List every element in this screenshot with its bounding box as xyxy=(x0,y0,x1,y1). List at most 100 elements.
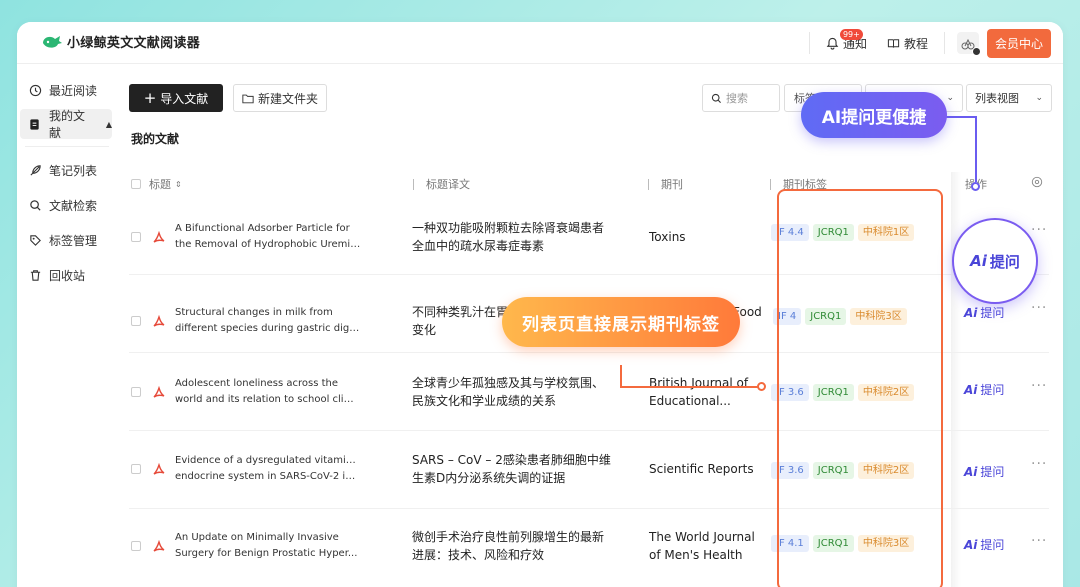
tutorial-label: 教程 xyxy=(903,36,928,51)
view-select-label: 列表视图 xyxy=(975,92,1019,105)
avatar-status-dot xyxy=(971,47,981,56)
whale-logo-icon xyxy=(43,35,62,48)
more-icon[interactable]: ··· xyxy=(1031,456,1047,472)
ai-icon: Ai xyxy=(970,252,987,270)
ai-ask-label: 提问 xyxy=(989,252,1020,271)
col-header-journal-label: 期刊 xyxy=(661,178,683,191)
plus-icon: + xyxy=(143,88,157,107)
actions-column-shadow xyxy=(951,172,961,587)
more-icon[interactable]: ··· xyxy=(1031,300,1047,316)
tutorial-button[interactable]: 教程 xyxy=(877,35,938,52)
import-button[interactable]: + 导入文献 xyxy=(129,84,223,112)
row-journal: British Journal of Educational... xyxy=(649,376,749,408)
row-title-line: Evidence of a dysregulated vitamin D xyxy=(175,455,361,466)
ai-ask-button[interactable]: Ai 提问 xyxy=(964,304,1004,321)
col-header-title-label: 标题 xyxy=(149,178,171,191)
header-divider xyxy=(808,32,810,54)
sort-icon[interactable]: ⇕ xyxy=(175,180,182,189)
row-title-line: Adolescent loneliness across the xyxy=(175,378,339,389)
row-title-line: Structural changes in milk from xyxy=(175,307,333,318)
ai-icon: Ai xyxy=(964,537,978,552)
ai-ask-label: 提问 xyxy=(980,538,1005,552)
sidebar-item-trash[interactable]: 回收站 xyxy=(20,260,112,290)
section-title: 我的文献 xyxy=(131,132,180,146)
row-journal: Scientific Reports xyxy=(649,462,754,476)
ai-icon: Ai xyxy=(964,464,978,479)
ai-ask-button[interactable]: Ai 提问 xyxy=(964,381,1004,398)
app-name: 小绿鲸英文文献阅读器 xyxy=(67,36,201,51)
ai-ask-button-highlight[interactable]: Ai 提问 xyxy=(952,218,1038,304)
sidebar-item-tags[interactable]: 标签管理 xyxy=(20,225,112,255)
row-checkbox[interactable] xyxy=(131,464,141,474)
more-icon[interactable]: ··· xyxy=(1031,533,1047,549)
row-title[interactable]: Structural changes in milk from differen… xyxy=(175,305,361,337)
sidebar-item-label: 标签管理 xyxy=(49,233,98,248)
ai-callout-connector xyxy=(946,116,976,118)
new-folder-button[interactable]: 新建文件夹 xyxy=(233,84,327,112)
sidebar-item-recent[interactable]: 最近阅读 xyxy=(20,75,112,105)
col-header-title[interactable]: 标题 ⇕ xyxy=(149,176,182,192)
top-bar: 小绿鲸英文文献阅读器 通知 99+ 教程 会员中心 xyxy=(17,22,1063,64)
pdf-icon xyxy=(153,231,165,243)
callout-dot xyxy=(757,382,766,391)
sidebar-item-search[interactable]: 文献检索 xyxy=(20,190,112,220)
new-folder-label: 新建文件夹 xyxy=(257,91,318,106)
pdf-icon xyxy=(153,386,165,398)
header-divider xyxy=(943,32,945,54)
ai-ask-label: 提问 xyxy=(980,306,1005,320)
row-title-line: A Bifunctional Adsorber Particle for xyxy=(175,223,350,234)
clock-icon xyxy=(28,83,42,97)
tag-icon xyxy=(28,233,42,247)
ai-icon: Ai xyxy=(964,382,978,397)
journal-tags-callout: 列表页直接展示期刊标签 xyxy=(502,297,740,347)
search-input[interactable]: 搜索 xyxy=(702,84,780,112)
avatar[interactable] xyxy=(956,32,981,56)
more-icon[interactable]: ··· xyxy=(1031,378,1047,394)
row-title-line: Surgery for Benign Prostatic Hyper... xyxy=(175,548,358,559)
row-title-cn: 微创手术治疗良性前列腺增生的最新进展：技术、风险和疗效 xyxy=(412,530,605,562)
search-icon xyxy=(711,93,721,103)
row-title-cn: 全球青少年孤独感及其与学校氛围、民族文化和学业成绩的关系 xyxy=(412,376,605,408)
row-journal: Toxins xyxy=(649,230,686,244)
app-logo: 小绿鲸英文文献阅读器 xyxy=(41,32,200,51)
bell-icon xyxy=(826,37,839,50)
row-title[interactable]: An Update on Minimally Invasive Surgery … xyxy=(175,530,361,562)
import-label: 导入文献 xyxy=(160,91,209,106)
col-header-title-cn-label: 标题译文 xyxy=(426,178,470,191)
callout-connector xyxy=(620,386,758,388)
row-checkbox[interactable] xyxy=(131,232,141,242)
more-icon[interactable]: ··· xyxy=(1031,222,1047,238)
ai-ask-button[interactable]: Ai 提问 xyxy=(964,463,1004,480)
view-select[interactable]: 列表视图 ⌄ xyxy=(966,84,1052,112)
row-title-line: An Update on Minimally Invasive xyxy=(175,532,339,543)
row-journal: The World Journal of Men's Health xyxy=(649,530,755,562)
notify-badge: 99+ xyxy=(839,28,863,40)
sidebar-item-label: 笔记列表 xyxy=(49,163,98,178)
sidebar-item-my-docs[interactable]: 我的文献 ▲ xyxy=(20,109,112,140)
caret-up-icon[interactable]: ▲ xyxy=(106,120,112,129)
search-placeholder: 搜索 xyxy=(726,92,748,105)
row-title-line: world and its relation to school clim... xyxy=(175,394,361,405)
row-checkbox[interactable] xyxy=(131,316,141,326)
folder-icon xyxy=(242,94,254,103)
ai-callout-dot xyxy=(971,182,980,191)
select-all-checkbox[interactable] xyxy=(131,179,141,189)
chevron-down-icon: ⌄ xyxy=(1035,93,1043,103)
row-checkbox[interactable] xyxy=(131,541,141,551)
ai-ask-label: 提问 xyxy=(980,465,1005,479)
document-icon xyxy=(28,117,42,131)
chevron-down-icon: ⌄ xyxy=(946,93,954,103)
row-checkbox[interactable] xyxy=(131,387,141,397)
column-settings-icon[interactable] xyxy=(1031,176,1043,188)
pdf-icon xyxy=(153,463,165,475)
row-title[interactable]: Evidence of a dysregulated vitamin D end… xyxy=(175,453,361,485)
row-title[interactable]: Adolescent loneliness across the world a… xyxy=(175,376,361,408)
sidebar-item-notes[interactable]: 笔记列表 xyxy=(20,155,112,185)
row-title-cn: 一种双功能吸附颗粒去除肾衰竭患者全血中的疏水尿毒症毒素 xyxy=(412,221,605,253)
row-title[interactable]: A Bifunctional Adsorber Particle for the… xyxy=(175,221,361,253)
ai-ask-button[interactable]: Ai 提问 xyxy=(964,536,1004,553)
notify-button[interactable]: 通知 99+ xyxy=(816,28,877,52)
feather-icon xyxy=(28,163,42,177)
ai-ask-label: 提问 xyxy=(980,383,1005,397)
vip-center-button[interactable]: 会员中心 xyxy=(986,28,1051,58)
